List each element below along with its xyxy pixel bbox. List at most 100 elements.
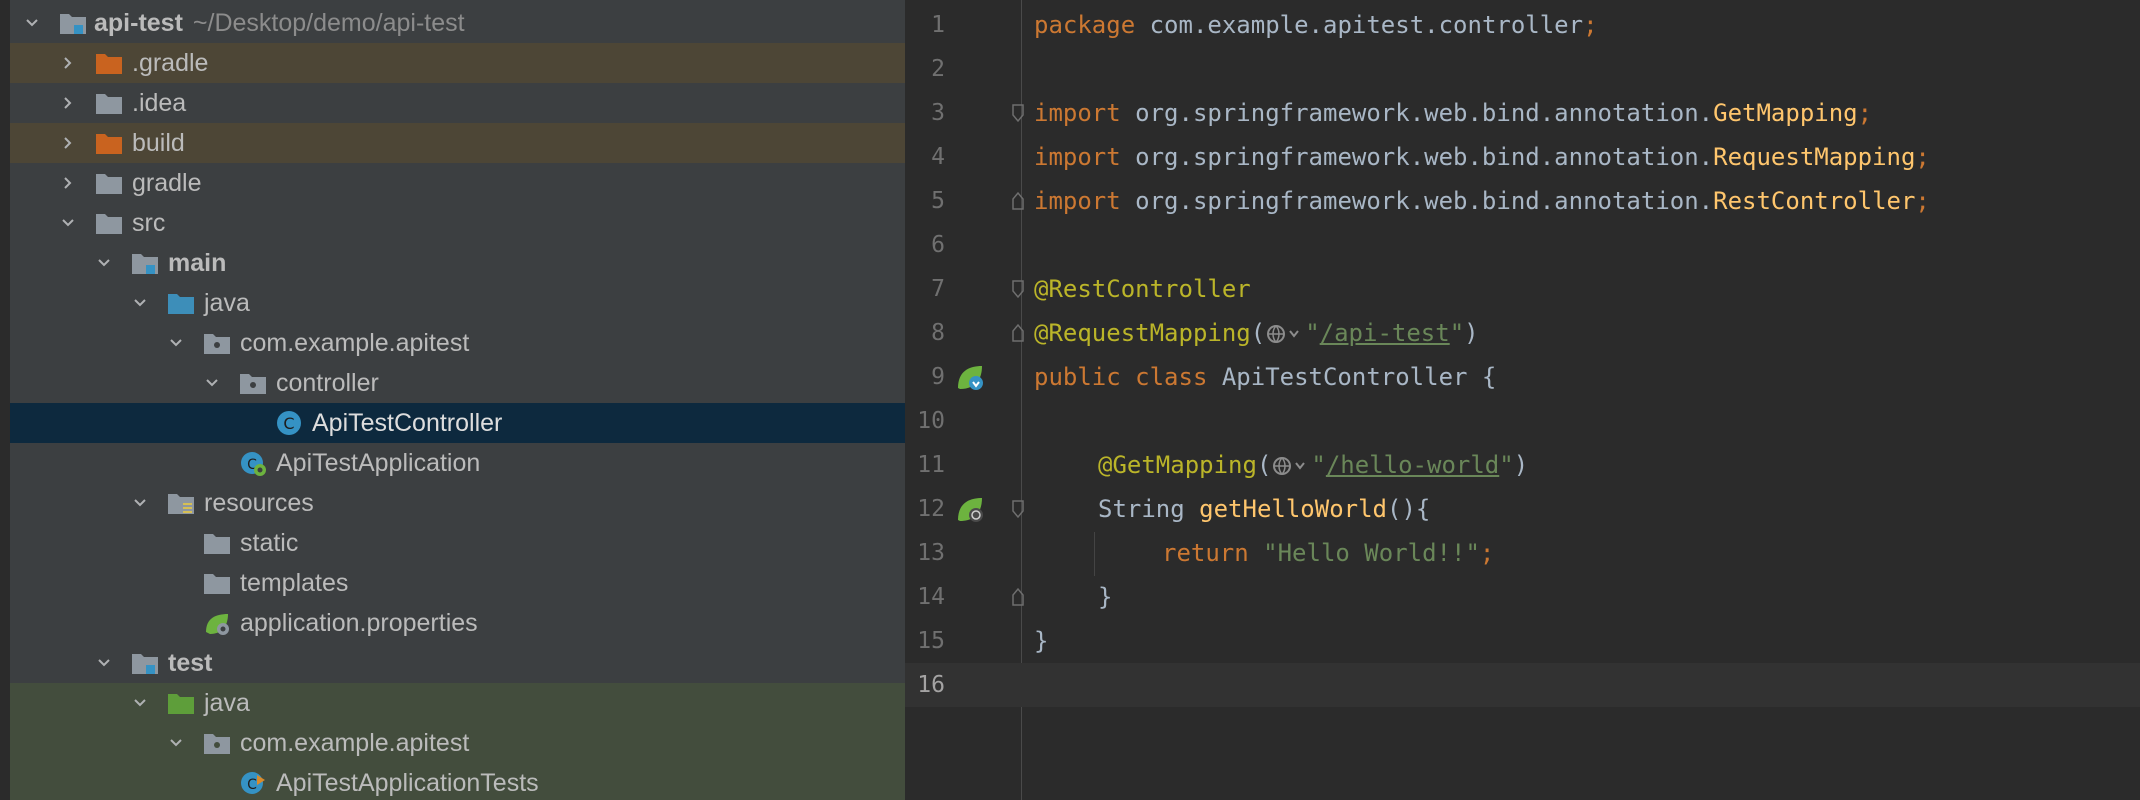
tree-row-test-package[interactable]: com.example.apitest	[10, 723, 905, 763]
line-number: 14	[917, 584, 945, 610]
url-link[interactable]: /hello-world	[1326, 451, 1499, 479]
import-path: org.springframework.web.bind.annotation.	[1120, 187, 1714, 215]
keyword: package	[1034, 11, 1136, 39]
chevron-right-icon[interactable]	[53, 123, 83, 163]
fold-start-icon[interactable]	[1011, 279, 1025, 299]
test-folder-icon	[164, 683, 198, 723]
folder-orange-icon	[92, 123, 126, 163]
tree-row-main[interactable]: main	[10, 243, 905, 283]
chevron-right-icon[interactable]	[53, 83, 83, 123]
tool-window-edge	[0, 0, 10, 800]
fold-start-icon[interactable]	[1011, 103, 1025, 123]
chevron-down-icon[interactable]	[125, 483, 155, 523]
chevron-right-icon[interactable]	[53, 163, 83, 203]
project-root-path: ~/Desktop/demo/api-test	[192, 9, 465, 37]
code-line[interactable]: 13 return "Hello World!!";	[905, 531, 2140, 575]
tree-row-build[interactable]: build	[10, 123, 905, 163]
code-line[interactable]: 7 @RestController	[905, 267, 2140, 311]
tree-row-application-properties[interactable]: application.properties	[10, 603, 905, 643]
tree-row-idea[interactable]: .idea	[10, 83, 905, 123]
line-number: 10	[917, 408, 945, 434]
chevron-down-icon[interactable]	[125, 283, 155, 323]
chevron-down-icon[interactable]	[161, 723, 191, 763]
folder-icon	[92, 83, 126, 123]
code-text: }	[1034, 627, 1049, 655]
code-line[interactable]: 1 package com.example.apitest.controller…	[905, 3, 2140, 47]
code-line[interactable]: 10	[905, 399, 2140, 443]
line-number: 9	[931, 364, 945, 390]
quote: "	[1311, 451, 1326, 479]
code-line[interactable]: 5 import org.springframework.web.bind.an…	[905, 179, 2140, 223]
tree-row-resources[interactable]: resources	[10, 483, 905, 523]
import-path: org.springframework.web.bind.annotation.	[1120, 143, 1714, 171]
tree-row-controller[interactable]: controller	[10, 363, 905, 403]
fold-end-icon[interactable]	[1011, 587, 1025, 607]
spring-endpoint-gutter-icon[interactable]	[955, 494, 985, 524]
tree-row-static[interactable]: static	[10, 523, 905, 563]
line-number: 15	[917, 628, 945, 654]
import-path: org.springframework.web.bind.annotation.	[1120, 99, 1714, 127]
tree-row-main-java[interactable]: java	[10, 283, 905, 323]
chevron-down-icon[interactable]	[17, 3, 47, 43]
tree-label: ApiTestApplicationTests	[276, 769, 539, 797]
spring-bean-gutter-icon[interactable]	[955, 362, 985, 392]
line-number: 2	[931, 56, 945, 82]
tree-row-templates[interactable]: templates	[10, 563, 905, 603]
tree-row-test-java[interactable]: java	[10, 683, 905, 723]
fold-end-icon[interactable]	[1011, 191, 1025, 211]
code-line[interactable]: 9 public class ApiTestController {	[905, 355, 2140, 399]
annotation: @GetMapping	[1098, 451, 1257, 479]
module-folder-icon	[56, 3, 90, 43]
chevron-down-icon[interactable]	[89, 643, 119, 683]
folder-icon	[92, 163, 126, 203]
code-line[interactable]: 2	[905, 47, 2140, 91]
tree-label: build	[132, 129, 185, 157]
web-endpoint-icon[interactable]	[1265, 322, 1305, 346]
chevron-down-icon[interactable]	[89, 243, 119, 283]
keyword: import	[1034, 99, 1121, 127]
tree-row-test[interactable]: test	[10, 643, 905, 683]
chevron-down-icon[interactable]	[53, 203, 83, 243]
line-number: 5	[931, 188, 945, 214]
web-endpoint-icon[interactable]	[1271, 454, 1311, 478]
tree-row-api-test-controller[interactable]: C ApiTestController	[10, 403, 905, 443]
code-line[interactable]: 14 }	[905, 575, 2140, 619]
tree-label: com.example.apitest	[240, 729, 470, 757]
keyword: import	[1034, 143, 1121, 171]
code-line[interactable]: 6	[905, 223, 2140, 267]
chevron-down-icon[interactable]	[161, 323, 191, 363]
tree-row-api-test-application[interactable]: C ApiTestApplication	[10, 443, 905, 483]
code-line[interactable]: 11 @GetMapping("/hello-world")	[905, 443, 2140, 487]
code-line[interactable]: 12 String getHelloWorld(){	[905, 487, 2140, 531]
code-line[interactable]: 8 @RequestMapping("/api-test")	[905, 311, 2140, 355]
project-root-label: api-test ~/Desktop/demo/api-test	[94, 3, 465, 43]
tree-label: controller	[276, 369, 379, 397]
annotation: @RequestMapping	[1034, 319, 1251, 347]
tree-label: gradle	[132, 169, 202, 197]
code-line[interactable]: 3 import org.springframework.web.bind.an…	[905, 91, 2140, 135]
code-line-current[interactable]: 16	[905, 663, 2140, 707]
string-literal: "Hello World!!"	[1263, 539, 1480, 567]
code-text: public class ApiTestController {	[1034, 355, 1496, 399]
line-number: 4	[931, 144, 945, 170]
tree-label: src	[132, 209, 166, 237]
code-text: @RestController	[1034, 267, 1251, 311]
tree-row-package[interactable]: com.example.apitest	[10, 323, 905, 363]
chevron-down-icon[interactable]	[125, 683, 155, 723]
url-link[interactable]: /api-test	[1320, 319, 1450, 347]
tree-row-api-test-application-tests[interactable]: C ApiTestApplicationTests	[10, 763, 905, 800]
code-line[interactable]: 15 }	[905, 619, 2140, 663]
chevron-down-icon[interactable]	[197, 363, 227, 403]
fold-start-icon[interactable]	[1011, 499, 1025, 519]
line-number: 16	[917, 672, 945, 698]
tree-row-src[interactable]: src	[10, 203, 905, 243]
fold-end-icon[interactable]	[1011, 323, 1025, 343]
tree-row-root[interactable]: api-test ~/Desktop/demo/api-test	[10, 3, 905, 43]
tree-row-gradle[interactable]: gradle	[10, 163, 905, 203]
line-number: 8	[931, 320, 945, 346]
quote: "	[1305, 319, 1320, 347]
chevron-right-icon[interactable]	[53, 43, 83, 83]
code-line[interactable]: 4 import org.springframework.web.bind.an…	[905, 135, 2140, 179]
project-tool-window: api-test ~/Desktop/demo/api-test .gradle …	[0, 0, 905, 800]
tree-row-gradle-cache[interactable]: .gradle	[10, 43, 905, 83]
